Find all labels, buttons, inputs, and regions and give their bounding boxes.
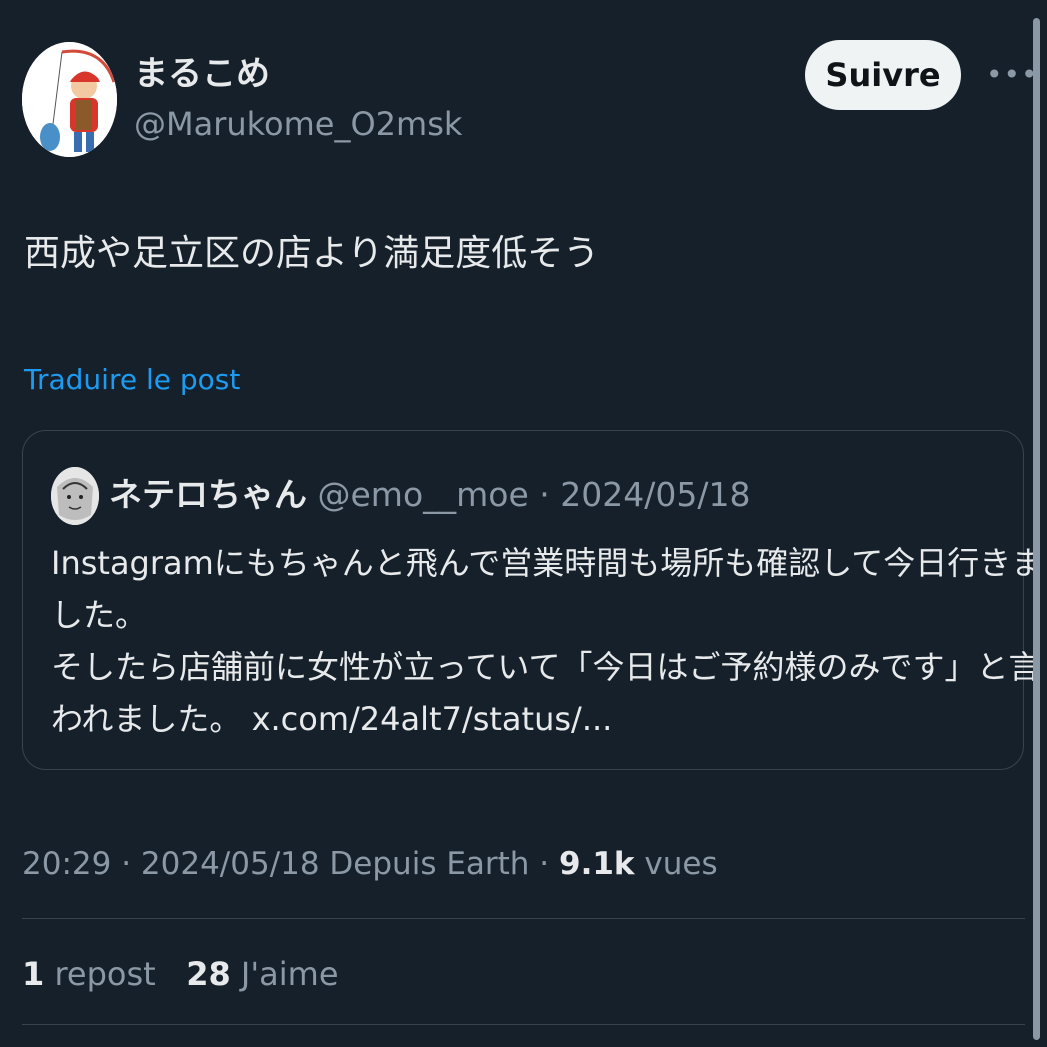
quoted-post-card[interactable]: ネテロちゃん @emo__moe · 2024/05/18 Instagramに… xyxy=(22,430,1044,770)
scrollbar[interactable] xyxy=(1033,18,1040,1040)
post-date-source[interactable]: 2024/05/18 Depuis Earth xyxy=(141,846,530,882)
quoted-text-line: Instagramにもちゃんと飛んで営業時間も場所も確認して今日行きま xyxy=(51,544,1044,582)
quoted-text-line: そしたら店舗前に女性が立っていて「今日はご予約様のみです」と言 xyxy=(51,648,1041,686)
quoted-date[interactable]: 2024/05/18 xyxy=(560,475,750,514)
post-meta: 20:29 · 2024/05/18 Depuis Earth · 9.1k v… xyxy=(22,842,718,886)
reposts-label[interactable]: repost xyxy=(54,955,155,993)
likes-count[interactable]: 28 xyxy=(186,955,231,993)
follow-button[interactable]: Suivre xyxy=(805,40,961,110)
post-time[interactable]: 20:29 xyxy=(22,846,111,882)
quoted-display-name[interactable]: ネテロちゃん xyxy=(109,475,307,514)
manga-avatar-image xyxy=(51,467,99,525)
author-handle[interactable]: @Marukome_O2msk xyxy=(134,102,462,146)
translate-post-link[interactable]: Traduire le post xyxy=(24,360,240,400)
divider xyxy=(22,918,1025,919)
quoted-post-header: ネテロちゃん @emo__moe · 2024/05/18 xyxy=(109,473,750,517)
quoted-text-line: した。 xyxy=(51,596,148,634)
views-count[interactable]: 9.1k xyxy=(559,846,635,882)
meta-separator: · xyxy=(529,846,560,882)
quoted-separator: · xyxy=(528,475,561,514)
quoted-post-text: Instagramにもちゃんと飛んで営業時間も場所も確認して今日行きま した。 … xyxy=(51,537,1044,745)
quoted-text-line: われました。 x.com/24alt7/status/... xyxy=(51,700,613,738)
views-label: vues xyxy=(644,846,718,882)
divider xyxy=(22,1024,1025,1025)
tweet-text: 西成や足立区の店より満足度低そう xyxy=(24,233,600,274)
meta-separator: · xyxy=(111,846,141,882)
fisherman-avatar-image xyxy=(22,42,117,157)
more-horizontal-icon[interactable]: ••• xyxy=(986,60,1038,90)
author-avatar[interactable] xyxy=(22,42,117,157)
likes-label[interactable]: J'aime xyxy=(241,955,339,993)
quoted-handle[interactable]: @emo__moe xyxy=(318,475,529,514)
reposts-count[interactable]: 1 xyxy=(22,955,44,993)
post-stats: 1 repost 28 J'aime xyxy=(22,952,339,996)
quoted-author-avatar xyxy=(51,467,99,525)
author-display-name[interactable]: まるこめ xyxy=(134,52,270,96)
